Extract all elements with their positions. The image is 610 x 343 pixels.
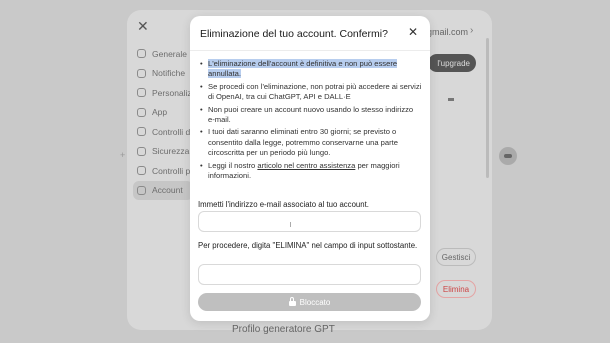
dialog-divider	[190, 50, 430, 51]
gear-icon	[137, 49, 146, 59]
email-field[interactable]	[198, 211, 421, 232]
warning-list: L'eliminazione dell'account è definitiva…	[200, 59, 422, 183]
account-icon	[137, 185, 146, 195]
manage-button[interactable]: Gestisci	[436, 248, 476, 266]
confirm-field-label: Per procedere, digita "ELIMINA" nel camp…	[198, 241, 418, 250]
settings-nav: Generale Notifiche Personalizz App Contr…	[133, 44, 197, 200]
bell-icon	[137, 68, 146, 78]
apps-icon	[137, 107, 146, 117]
delete-account-button[interactable]: Elimina	[436, 280, 476, 298]
list-item: L'eliminazione dell'account è definitiva…	[200, 59, 422, 80]
shield-icon	[137, 146, 146, 156]
confirm-field[interactable]	[198, 264, 421, 285]
help-center-link[interactable]: articolo nel centro assistenza	[257, 161, 355, 170]
chevron-right-icon: ›	[470, 25, 474, 36]
list-item: Leggi il nostro articolo nel centro assi…	[200, 161, 422, 182]
sidebar-item-app[interactable]: App	[137, 103, 197, 123]
list-item: I tuoi dati saranno eliminati entro 30 g…	[200, 127, 422, 158]
list-item: Se procedi con l'eliminazione, non potra…	[200, 82, 422, 103]
database-icon	[137, 127, 146, 137]
toggle-icon[interactable]	[499, 147, 517, 165]
gpt-profile-heading: Profilo generatore GPT	[232, 324, 335, 335]
lock-icon	[288, 296, 296, 306]
delete-account-dialog: Eliminazione del tuo account. Confermi? …	[190, 16, 430, 321]
carousel-prev-icon: +	[120, 150, 126, 160]
settings-scrollbar[interactable]	[486, 38, 489, 178]
list-item: Non puoi creare un account nuovo usando …	[200, 105, 422, 126]
dialog-title: Eliminazione del tuo account. Confermi?	[200, 28, 388, 40]
settings-close-icon[interactable]: ✕	[137, 18, 149, 35]
sidebar-item-controlli-parentali[interactable]: Controlli pa	[137, 161, 197, 181]
sidebar-item-sicurezza[interactable]: Sicurezza	[137, 142, 197, 162]
text-cursor	[290, 222, 291, 227]
sidebar-item-account[interactable]: Account	[133, 180, 193, 200]
sidebar-item-personalizzazione[interactable]: Personalizz	[137, 83, 197, 103]
sidebar-item-notifiche[interactable]: Notifiche	[137, 64, 197, 84]
personalize-icon	[137, 88, 146, 98]
sidebar-item-controlli-dati[interactable]: Controlli dat	[137, 122, 197, 142]
email-field-label: Immetti l'indirizzo e-mail associato al …	[198, 200, 369, 209]
account-email: gmail.com	[427, 27, 469, 37]
close-icon[interactable]: ✕	[408, 25, 418, 39]
locked-delete-button[interactable]: Bloccato	[198, 293, 421, 311]
highlighted-warning: L'eliminazione dell'account è definitiva…	[208, 59, 398, 79]
upgrade-button[interactable]: l'upgrade	[428, 54, 476, 72]
family-icon	[137, 166, 146, 176]
settings-detail-marker	[448, 98, 454, 101]
sidebar-item-generale[interactable]: Generale	[137, 44, 197, 64]
